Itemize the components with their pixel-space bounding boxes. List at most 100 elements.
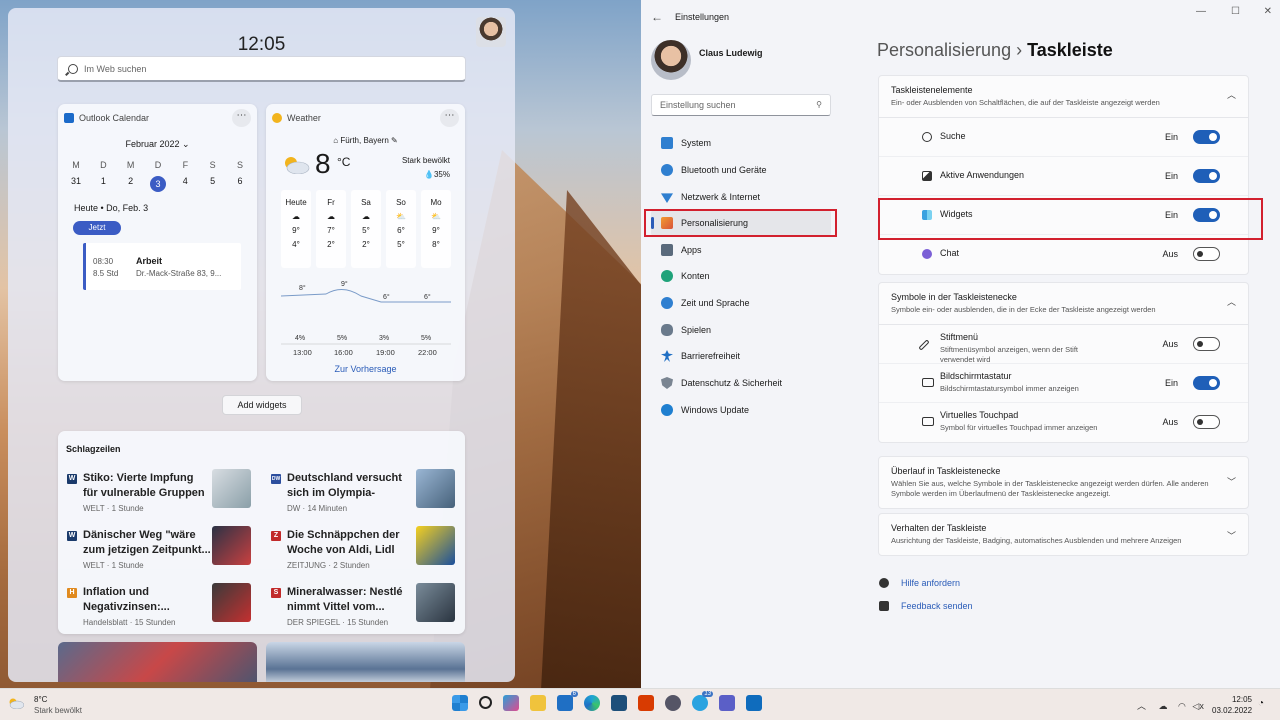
news-item[interactable]: H Inflation und Negativzinsen:... Handel… xyxy=(67,583,265,638)
calendar-day[interactable]: 31 xyxy=(68,176,84,192)
pen-menu-toggle[interactable] xyxy=(1193,337,1220,351)
calendar-event[interactable]: 08:30 8.5 Std Arbeit Dr.-Mack-Straße 83,… xyxy=(83,243,241,290)
overflow-section[interactable]: Überlauf in Taskleistenecke Wählen Sie a… xyxy=(878,456,1249,509)
wifi-icon[interactable]: ◠ xyxy=(1178,701,1186,711)
news-card-image[interactable] xyxy=(266,642,465,682)
nav-privacy[interactable]: Datenschutz & Sicherheit xyxy=(651,370,831,396)
forecast-high: 9° xyxy=(292,226,300,235)
volume-icon[interactable]: ◁x xyxy=(1192,701,1203,711)
news-title: Mineralwasser: Nestlé nimmt Vittel vom..… xyxy=(287,586,403,613)
calendar-widget[interactable]: Outlook Calendar ⋯ Februar 2022 ⌄ M D M … xyxy=(58,104,257,381)
weather-unit: °C xyxy=(337,155,351,169)
nav-network[interactable]: Netzwerk & Internet xyxy=(651,184,831,210)
store-icon[interactable]: 6 xyxy=(557,691,578,711)
calendar-day[interactable]: 1 xyxy=(95,176,111,192)
forecast-day[interactable]: Heute ☁ 9° 4° xyxy=(281,190,311,268)
nav-windows-update[interactable]: Windows Update xyxy=(651,397,831,423)
section-header[interactable]: Taskleistenelemente Ein- oder Ausblenden… xyxy=(879,76,1248,118)
web-search-input[interactable]: Im Web suchen xyxy=(57,56,466,82)
forecast-link[interactable]: Zur Vorhersage xyxy=(266,364,465,374)
news-thumbnail xyxy=(416,526,455,565)
teams-icon[interactable] xyxy=(719,695,735,711)
chevron-up-icon[interactable]: ︿ xyxy=(1227,295,1236,308)
wifi-icon xyxy=(661,193,673,203)
weekday: S xyxy=(236,160,243,170)
task-view-toggle[interactable] xyxy=(1193,169,1220,183)
calendar-day[interactable]: 6 xyxy=(232,176,248,192)
weather-widget[interactable]: Weather ⋯ ⌂ Fürth, Bayern ✎ 8 °C Stark b… xyxy=(266,104,465,381)
edge-icon[interactable] xyxy=(584,695,600,711)
news-card-image[interactable] xyxy=(58,642,257,682)
setting-label: Bildschirmtastatur xyxy=(940,371,1012,381)
nav-gaming[interactable]: Spielen xyxy=(651,317,831,343)
news-source-icon: W xyxy=(67,474,77,484)
weather-precip: 35% xyxy=(433,170,450,179)
partly-sunny-icon: ⛅ xyxy=(431,212,441,221)
nav-apps[interactable]: Apps xyxy=(651,237,831,263)
search-icon[interactable] xyxy=(479,696,492,709)
back-arrow-icon[interactable]: ← xyxy=(651,10,663,24)
nav-accessibility[interactable]: Barrierefreiheit xyxy=(651,343,831,369)
weather-condition-block: Stark bewölkt 💧35% xyxy=(402,154,450,182)
breadcrumb-parent[interactable]: Personalisierung xyxy=(877,40,1011,60)
daily-forecast: Heute ☁ 9° 4° Fr ☁ 7° 2° Sa ☁ 5° 2° So ⛅ 6° 5° Mo ⛅ 9°… xyxy=(281,190,451,268)
forecast-low: 5° xyxy=(397,240,405,249)
section-header[interactable]: Überlauf in Taskleistenecke Wählen Sie a… xyxy=(879,457,1248,508)
forecast-day[interactable]: Fr ☁ 7° 2° xyxy=(316,190,346,268)
news-item[interactable]: S Mineralwasser: Nestlé nimmt Vittel vom… xyxy=(271,583,469,638)
calendar-day[interactable]: 2 xyxy=(123,176,139,192)
minimize-icon[interactable]: — xyxy=(1196,6,1206,17)
get-help-link[interactable]: Hilfe anfordern xyxy=(901,578,960,588)
notification-icon[interactable]: ◔ xyxy=(1258,698,1264,709)
chevron-up-icon[interactable]: ︿ xyxy=(1227,88,1236,101)
settings-icon[interactable] xyxy=(665,695,681,711)
now-button[interactable]: Jetzt xyxy=(73,221,121,235)
chevron-down-icon[interactable]: ﹀ xyxy=(1227,529,1236,542)
forecast-day[interactable]: So ⛅ 6° 5° xyxy=(386,190,416,268)
nav-time-language[interactable]: Zeit und Sprache xyxy=(651,290,831,316)
maximize-icon[interactable]: ☐ xyxy=(1231,6,1240,17)
news-item[interactable]: Z Die Schnäppchen der Woche von Aldi, Li… xyxy=(271,526,469,581)
nav-accounts[interactable]: Konten xyxy=(651,263,831,289)
breadcrumb: Personalisierung › Taskleiste xyxy=(877,40,1113,61)
calendar-month-selector[interactable]: Februar 2022 ⌄ xyxy=(58,139,257,150)
send-feedback-link[interactable]: Feedback senden xyxy=(901,601,973,611)
news-item[interactable]: W Stiko: Vierte Impfung für vulnerable G… xyxy=(67,469,265,524)
section-header[interactable]: Symbole in der Taskleistenecke Symbole e… xyxy=(879,283,1248,325)
virtual-touchpad-toggle[interactable] xyxy=(1193,415,1220,429)
forecast-day[interactable]: Mo ⛅ 9° 8° xyxy=(421,190,451,268)
add-widgets-button[interactable]: Add widgets xyxy=(222,395,302,415)
office-icon[interactable] xyxy=(638,695,654,711)
news-item[interactable]: W Dänischer Weg "wäre zum jetzigen Zeitp… xyxy=(67,526,265,581)
news-item[interactable]: DW Deutschland versucht sich im Olympia-… xyxy=(271,469,469,524)
calendar-day[interactable]: 4 xyxy=(177,176,193,192)
close-icon[interactable]: ✕ xyxy=(1264,6,1272,17)
section-header[interactable]: Verhalten der Taskleiste Ausrichtung der… xyxy=(879,514,1248,555)
start-icon[interactable] xyxy=(452,695,468,711)
taskbar-clock[interactable]: 12:05 03.02.2022 xyxy=(1212,694,1252,716)
taskbar-behavior-section[interactable]: Verhalten der Taskleiste Ausrichtung der… xyxy=(878,513,1249,556)
forecast-day[interactable]: Sa ☁ 5° 2° xyxy=(351,190,381,268)
settings-search-input[interactable]: Einstellung suchen ⚲ xyxy=(651,94,831,116)
search-toggle[interactable] xyxy=(1193,130,1220,144)
calendar-day-today[interactable]: 3 xyxy=(149,176,166,192)
outlook-icon[interactable] xyxy=(746,695,762,711)
snipping-tool-icon[interactable] xyxy=(503,695,519,711)
telegram-icon[interactable]: 13 xyxy=(692,691,713,711)
calendar-day[interactable]: 5 xyxy=(205,176,221,192)
weather-more-button[interactable]: ⋯ xyxy=(440,109,459,127)
taskbar-weather-button[interactable]: 8°C Stark bewölkt xyxy=(8,694,82,716)
calendar-more-button[interactable]: ⋯ xyxy=(232,109,251,127)
file-explorer-icon[interactable] xyxy=(530,695,546,711)
cloud-sync-icon[interactable]: ☁ xyxy=(1159,701,1168,711)
user-avatar[interactable] xyxy=(651,40,691,80)
app-icon[interactable] xyxy=(611,695,627,711)
chat-toggle[interactable] xyxy=(1193,247,1220,261)
chevron-up-icon[interactable]: ︿ xyxy=(1137,701,1146,711)
nav-bluetooth[interactable]: Bluetooth und Geräte xyxy=(651,157,831,183)
widget-avatar[interactable] xyxy=(476,17,506,47)
nav-system[interactable]: System xyxy=(651,130,831,156)
touch-keyboard-toggle[interactable] xyxy=(1193,376,1220,390)
weather-location[interactable]: ⌂ Fürth, Bayern ✎ xyxy=(266,136,465,145)
chevron-down-icon[interactable]: ﹀ xyxy=(1227,475,1236,488)
